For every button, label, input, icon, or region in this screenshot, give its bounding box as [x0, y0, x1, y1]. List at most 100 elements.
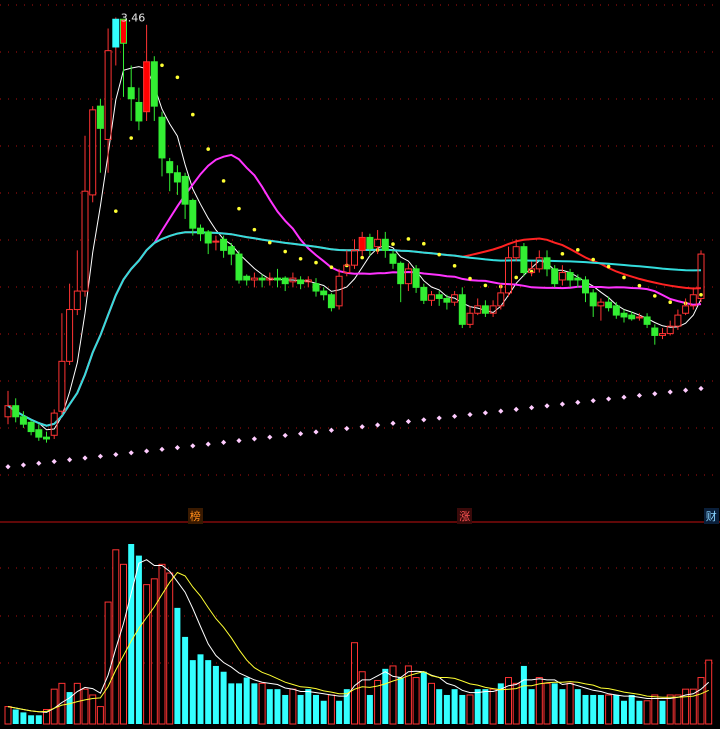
candle-body [158, 116, 166, 159]
volume-bar [35, 715, 42, 724]
yellow-dot [252, 227, 257, 232]
yellow-dot [360, 255, 365, 260]
candle-body [697, 253, 705, 299]
volume-bar [643, 700, 651, 725]
volume-bar [574, 689, 581, 724]
yellow-dot [483, 283, 488, 288]
candle-body [66, 309, 74, 362]
candle-body [204, 231, 212, 244]
volume-bar [559, 689, 566, 724]
volume-bar [451, 689, 458, 724]
candle-body [458, 294, 466, 325]
volume-bar [104, 601, 112, 725]
candle-body [281, 277, 289, 285]
candle-body [582, 279, 589, 294]
volume-bar [158, 563, 166, 725]
pink-diamond [190, 443, 196, 449]
candle-body [443, 297, 451, 303]
volume-bar [605, 694, 613, 725]
volume-bar [236, 683, 242, 724]
volume-bar [597, 694, 604, 724]
candle-body [543, 257, 551, 270]
candle-body [512, 246, 520, 259]
volume-bar [628, 694, 635, 724]
volume-bar [212, 665, 219, 724]
candle-body [143, 61, 151, 113]
pink-diamond [67, 457, 73, 463]
volume-bar [274, 689, 281, 724]
candle-body [258, 277, 266, 281]
candle-body [635, 316, 643, 319]
candle-body [181, 175, 189, 205]
volume-bar [313, 694, 319, 724]
pink-diamond [20, 462, 26, 468]
candle-body [112, 18, 120, 48]
volume-bar [566, 682, 574, 725]
yellow-dot [406, 237, 411, 241]
volume-bar [466, 694, 474, 725]
grid-lines [0, 4, 720, 664]
candle-body [96, 105, 104, 129]
pink-diamond [575, 399, 581, 406]
yellow-dot [653, 294, 657, 298]
yellow-dot [468, 276, 472, 281]
candle-body [89, 109, 97, 196]
volume-bar [28, 715, 35, 724]
pink-diamond [636, 392, 642, 399]
volume-bar [282, 694, 289, 724]
candle-body [389, 253, 397, 264]
pink-diamond [267, 434, 273, 440]
yellow-dot [129, 136, 133, 140]
yellow-dot [329, 265, 334, 269]
volume-bar [73, 682, 81, 725]
pink-diamond [328, 427, 334, 433]
volume-bar [128, 544, 135, 724]
pink-diamond [128, 450, 134, 456]
pink-diamond [282, 432, 288, 439]
pink-diamond [498, 408, 504, 414]
yellow-dot [268, 240, 272, 245]
yellow-dot [452, 264, 457, 268]
volume-bar [266, 689, 273, 724]
candle-body [212, 240, 220, 243]
volume-bar [66, 692, 73, 724]
yellow-dot [514, 275, 518, 280]
yellow-dot [191, 112, 195, 117]
pink-diamond [5, 464, 11, 470]
candle-body [659, 333, 666, 336]
candle-body [358, 236, 366, 251]
pink-diamond [144, 448, 150, 454]
candle-body [197, 227, 204, 235]
yellow-dot [391, 242, 395, 246]
volume-bar [182, 636, 189, 724]
volume-bar [474, 689, 481, 724]
candle-body [566, 272, 574, 281]
pink-diamond [159, 446, 165, 452]
candle-body [189, 199, 197, 229]
candle-body [435, 294, 443, 299]
candle-body [551, 268, 559, 285]
pink-diamond [652, 391, 658, 397]
pink-diamond [513, 406, 519, 412]
candle-body [250, 277, 258, 281]
candle-body [589, 292, 597, 307]
candle-body [35, 429, 43, 438]
pink-diamond [174, 444, 180, 451]
pink-diamond [606, 396, 612, 402]
candle-body [327, 294, 335, 309]
volume-bar [12, 709, 19, 724]
volume-bar [289, 688, 297, 725]
volume-bar [205, 660, 212, 724]
candle-body [397, 262, 405, 285]
volume-bar [705, 659, 713, 725]
volume-bar [412, 677, 420, 725]
candle-body [597, 301, 605, 307]
candle-body [374, 238, 382, 248]
yellow-dot [668, 300, 672, 304]
candle-body [274, 277, 281, 281]
pink-diamond [298, 431, 304, 437]
volume-bar [297, 694, 304, 724]
pink-diamond [221, 439, 227, 445]
yellow-dot [699, 292, 703, 297]
pink-diamond [82, 455, 88, 461]
